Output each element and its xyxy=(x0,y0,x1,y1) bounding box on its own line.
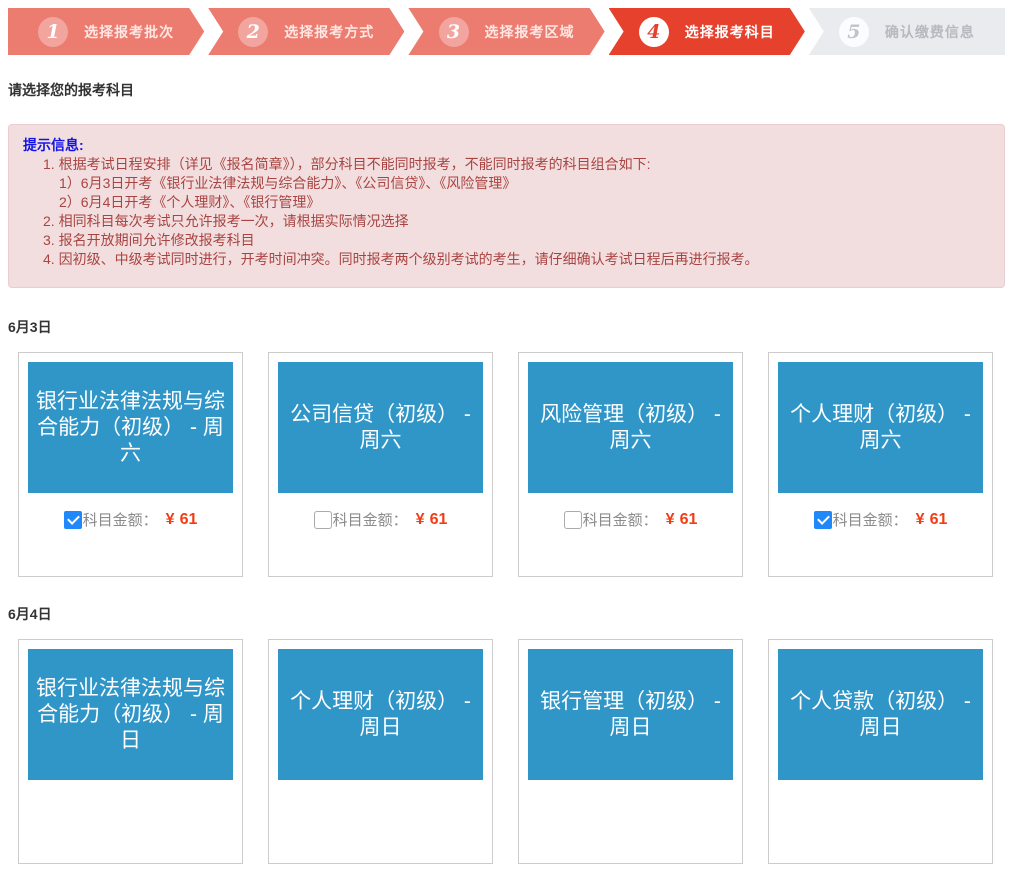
step-2-select-method: 2 选择报考方式 xyxy=(208,8,404,55)
step-4-select-subjects: 4 选择报考科目 xyxy=(609,8,805,55)
subject-title[interactable]: 个人理财（初级） - 周日 xyxy=(278,649,483,780)
step-2-number-badge: 2 xyxy=(238,17,268,47)
step-1-number-badge: 1 xyxy=(38,17,68,47)
currency-symbol: ¥ xyxy=(416,511,425,528)
fee-amount: ¥61 xyxy=(916,511,948,529)
subject-card-corporate-credit-sat[interactable]: 公司信贷（初级） - 周六 科目金额： ¥61 xyxy=(268,352,493,577)
subject-fee-row: 科目金额： ¥61 xyxy=(778,509,983,530)
fee-amount: ¥61 xyxy=(416,511,448,529)
subject-fee-row: 科目金额： ¥61 xyxy=(528,509,733,530)
amount-value: 61 xyxy=(930,511,948,528)
subject-card-personal-finance-sun[interactable]: 个人理财（初级） - 周日 xyxy=(268,639,493,864)
step-4-label: 选择报考科目 xyxy=(685,22,775,42)
step-5-number-badge: 5 xyxy=(839,17,869,47)
exam-subject-selection-page: 1 选择报考批次 2 选择报考方式 3 选择报考区域 4 选择报考科目 5 确认… xyxy=(0,0,1013,872)
subject-title[interactable]: 银行业法律法规与综合能力（初级） - 周六 xyxy=(28,362,233,493)
subject-title[interactable]: 银行业法律法规与综合能力（初级） - 周日 xyxy=(28,649,233,780)
subject-checkbox[interactable] xyxy=(314,511,332,529)
date-label-june-3: 6月3日 xyxy=(8,318,1005,337)
step-1-label: 选择报考批次 xyxy=(84,22,174,42)
amount-value: 61 xyxy=(180,511,198,528)
step-2-label: 选择报考方式 xyxy=(284,22,374,42)
fee-amount: ¥61 xyxy=(166,511,198,529)
fee-amount: ¥61 xyxy=(666,511,698,529)
subject-card-row-june-3: 银行业法律法规与综合能力（初级） - 周六 科目金额： ¥61 公司信贷（初级）… xyxy=(18,352,1005,577)
currency-symbol: ¥ xyxy=(916,511,925,528)
fee-label: 科目金额： xyxy=(833,509,908,530)
step-5-label: 确认缴费信息 xyxy=(885,22,975,42)
step-4-number-badge: 4 xyxy=(639,17,669,47)
notice-line-4: 4. 因初级、中级考试同时进行，开考时间冲突。同时报考两个级别考试的考生，请仔细… xyxy=(23,250,990,269)
subject-card-law-regulation-sun[interactable]: 银行业法律法规与综合能力（初级） - 周日 xyxy=(18,639,243,864)
subject-checkbox[interactable] xyxy=(814,511,832,529)
registration-stepper: 1 选择报考批次 2 选择报考方式 3 选择报考区域 4 选择报考科目 5 确认… xyxy=(8,8,1005,55)
fee-label: 科目金额： xyxy=(583,509,658,530)
subject-card-law-regulation-sat[interactable]: 银行业法律法规与综合能力（初级） - 周六 科目金额： ¥61 xyxy=(18,352,243,577)
step-5-confirm-payment: 5 确认缴费信息 xyxy=(809,8,1005,55)
amount-value: 61 xyxy=(680,511,698,528)
subject-title[interactable]: 个人贷款（初级） - 周日 xyxy=(778,649,983,780)
fee-label: 科目金额： xyxy=(83,509,158,530)
step-3-select-region: 3 选择报考区域 xyxy=(408,8,604,55)
step-1-select-batch: 1 选择报考批次 xyxy=(8,8,204,55)
subject-card-personal-finance-sat[interactable]: 个人理财（初级） - 周六 科目金额： ¥61 xyxy=(768,352,993,577)
notice-line-3: 3. 报名开放期间允许修改报考科目 xyxy=(23,231,990,250)
page-title: 请选择您的报考科目 xyxy=(8,81,1005,100)
step-3-number-badge: 3 xyxy=(439,17,469,47)
date-label-june-4: 6月4日 xyxy=(8,605,1005,624)
subject-checkbox[interactable] xyxy=(64,511,82,529)
notice-line-2: 2. 相同科目每次考试只允许报考一次，请根据实际情况选择 xyxy=(23,212,990,231)
subject-title[interactable]: 风险管理（初级） - 周六 xyxy=(528,362,733,493)
notice-title: 提示信息: xyxy=(23,136,990,155)
subject-card-personal-loan-sun[interactable]: 个人贷款（初级） - 周日 xyxy=(768,639,993,864)
fee-label: 科目金额： xyxy=(333,509,408,530)
subject-fee-row: 科目金额： ¥61 xyxy=(278,509,483,530)
subject-card-row-june-4: 银行业法律法规与综合能力（初级） - 周日 个人理财（初级） - 周日 银行管理… xyxy=(18,639,1005,864)
subject-card-risk-management-sat[interactable]: 风险管理（初级） - 周六 科目金额： ¥61 xyxy=(518,352,743,577)
amount-value: 61 xyxy=(430,511,448,528)
subject-checkbox[interactable] xyxy=(564,511,582,529)
currency-symbol: ¥ xyxy=(666,511,675,528)
subject-card-bank-management-sun[interactable]: 银行管理（初级） - 周日 xyxy=(518,639,743,864)
currency-symbol: ¥ xyxy=(166,511,175,528)
notice-line-1a: 1）6月3日开考《银行业法律法规与综合能力》、《公司信贷》、《风险管理》 xyxy=(23,174,990,193)
subject-fee-row: 科目金额： ¥61 xyxy=(28,509,233,530)
subject-title[interactable]: 银行管理（初级） - 周日 xyxy=(528,649,733,780)
notice-box: 提示信息: 1. 根据考试日程安排（详见《报名简章》），部分科目不能同时报考，不… xyxy=(8,124,1005,288)
subject-title[interactable]: 公司信贷（初级） - 周六 xyxy=(278,362,483,493)
notice-line-1b: 2）6月4日开考《个人理财》、《银行管理》 xyxy=(23,193,990,212)
notice-line-1: 1. 根据考试日程安排（详见《报名简章》），部分科目不能同时报考，不能同时报考的… xyxy=(23,155,990,174)
step-3-label: 选择报考区域 xyxy=(485,22,575,42)
subject-title[interactable]: 个人理财（初级） - 周六 xyxy=(778,362,983,493)
